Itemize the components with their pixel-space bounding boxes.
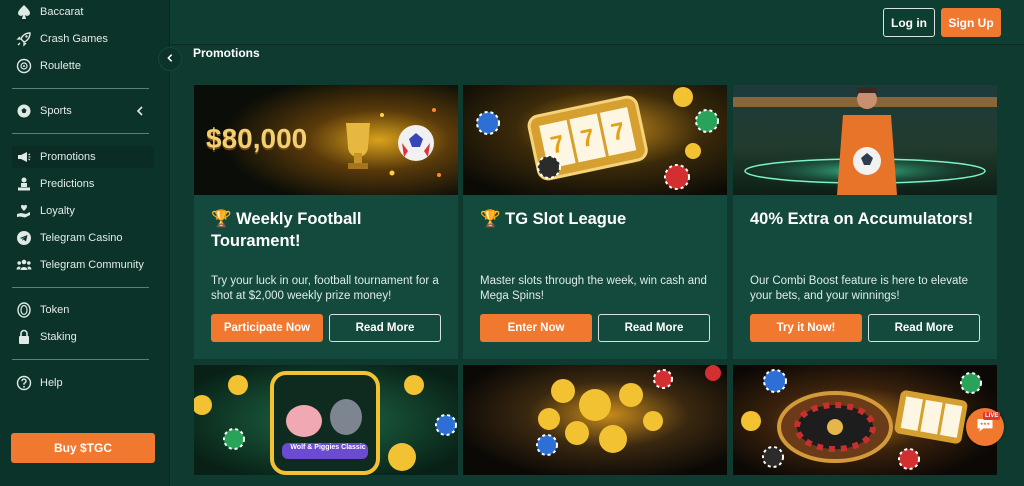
megaphone-icon bbox=[16, 149, 32, 165]
live-badge: LIVE bbox=[983, 412, 1001, 420]
soccer-ball-icon bbox=[16, 103, 32, 119]
page-title: Promotions bbox=[193, 46, 260, 60]
read-more-button[interactable]: Read More bbox=[598, 314, 710, 342]
participate-now-button[interactable]: Participate Now bbox=[211, 314, 323, 342]
promo-card-title: 🏆 TG Slot League bbox=[480, 210, 627, 228]
token-icon bbox=[16, 302, 32, 318]
login-button[interactable]: Log in bbox=[883, 8, 935, 37]
sidebar-item-label: Predictions bbox=[40, 178, 95, 190]
sidebar-item-staking[interactable]: Staking bbox=[12, 326, 154, 348]
heart-hand-icon bbox=[16, 203, 32, 219]
sidebar-item-predictions[interactable]: Predictions bbox=[12, 173, 154, 195]
sidebar-item-label: Help bbox=[40, 377, 63, 389]
read-more-button[interactable]: Read More bbox=[329, 314, 441, 342]
promo-card-bottom-1[interactable]: Wolf & Piggies Classic bbox=[194, 365, 458, 475]
promo-card-accumulators: 40% Extra on Accumulators! Our Combi Boo… bbox=[733, 85, 997, 359]
sidebar-item-label: Telegram Casino bbox=[40, 232, 123, 244]
sidebar-item-sports[interactable]: Sports bbox=[12, 100, 154, 122]
game-logo-text: Wolf & Piggies Classic bbox=[290, 444, 366, 451]
sidebar-item-baccarat[interactable]: Baccarat bbox=[12, 1, 154, 23]
sidebar-item-label: Staking bbox=[40, 331, 77, 343]
sidebar-item-label: Roulette bbox=[40, 60, 81, 72]
sidebar-item-label: Crash Games bbox=[40, 33, 108, 45]
sidebar-item-label: Sports bbox=[40, 105, 72, 117]
sidebar-item-loyalty[interactable]: Loyalty bbox=[12, 200, 154, 222]
telegram-icon bbox=[16, 230, 32, 246]
sidebar-item-telegram-casino[interactable]: Telegram Casino bbox=[12, 227, 154, 249]
promo-banner-amount: $80,000 bbox=[206, 123, 308, 154]
sidebar-item-telegram-community[interactable]: Telegram Community bbox=[12, 254, 154, 276]
community-icon bbox=[16, 257, 32, 273]
promo-card-weekly-football: $80,000 🏆 Weekly Football Tourament! Try… bbox=[194, 85, 458, 359]
try-it-now-button[interactable]: Try it Now! bbox=[750, 314, 862, 342]
promo-card-title: 40% Extra on Accumulators! bbox=[750, 210, 974, 228]
sidebar-item-label: Token bbox=[40, 304, 70, 316]
sidebar-divider bbox=[12, 88, 149, 89]
promo-card-title: 🏆 Weekly Football Tourament! bbox=[211, 210, 362, 250]
sidebar-divider bbox=[12, 359, 149, 360]
sidebar-divider bbox=[12, 133, 149, 134]
promo-card-description: Try your luck in our, football tournamen… bbox=[211, 275, 439, 302]
promo-card-slot-league: 7 7 7 🏆 TG Slot League Master slots thro… bbox=[463, 85, 727, 359]
sidebar-item-promotions[interactable]: Promotions bbox=[12, 146, 154, 168]
sidebar-divider bbox=[12, 287, 149, 288]
promo-card-description: Our Combi Boost feature is here to eleva… bbox=[750, 275, 968, 302]
help-icon bbox=[16, 375, 32, 391]
promo-banner-image bbox=[733, 85, 997, 195]
roulette-icon bbox=[16, 58, 32, 74]
read-more-button[interactable]: Read More bbox=[868, 314, 980, 342]
promo-banner-image: 7 7 7 bbox=[463, 85, 727, 195]
sidebar-item-label: Promotions bbox=[40, 151, 96, 163]
sidebar-item-help[interactable]: Help bbox=[12, 372, 154, 394]
signup-button[interactable]: Sign Up bbox=[941, 8, 1001, 37]
sidebar-item-label: Telegram Community bbox=[40, 259, 144, 271]
predictions-icon bbox=[16, 176, 32, 192]
spade-icon bbox=[16, 4, 32, 20]
sidebar-item-roulette[interactable]: Roulette bbox=[12, 55, 154, 77]
promo-card-bottom-2[interactable] bbox=[463, 365, 727, 475]
enter-now-button[interactable]: Enter Now bbox=[480, 314, 592, 342]
promo-card-bottom-3[interactable] bbox=[733, 365, 997, 475]
promo-card-description: Master slots through the week, win cash … bbox=[480, 275, 707, 302]
sidebar: Baccarat Crash Games Roulette Sports Pro… bbox=[0, 0, 170, 486]
rocket-icon bbox=[16, 31, 32, 47]
chevron-left-icon[interactable] bbox=[134, 104, 146, 118]
sidebar-item-label: Loyalty bbox=[40, 205, 75, 217]
buy-tgc-button[interactable]: Buy $TGC bbox=[11, 433, 155, 463]
lock-icon bbox=[16, 329, 32, 345]
chevron-left-icon bbox=[165, 50, 175, 68]
sidebar-item-crash-games[interactable]: Crash Games bbox=[12, 28, 154, 50]
sidebar-item-token[interactable]: Token bbox=[12, 299, 154, 321]
collapse-sidebar-button[interactable] bbox=[158, 47, 182, 71]
sidebar-item-label: Baccarat bbox=[40, 6, 84, 18]
